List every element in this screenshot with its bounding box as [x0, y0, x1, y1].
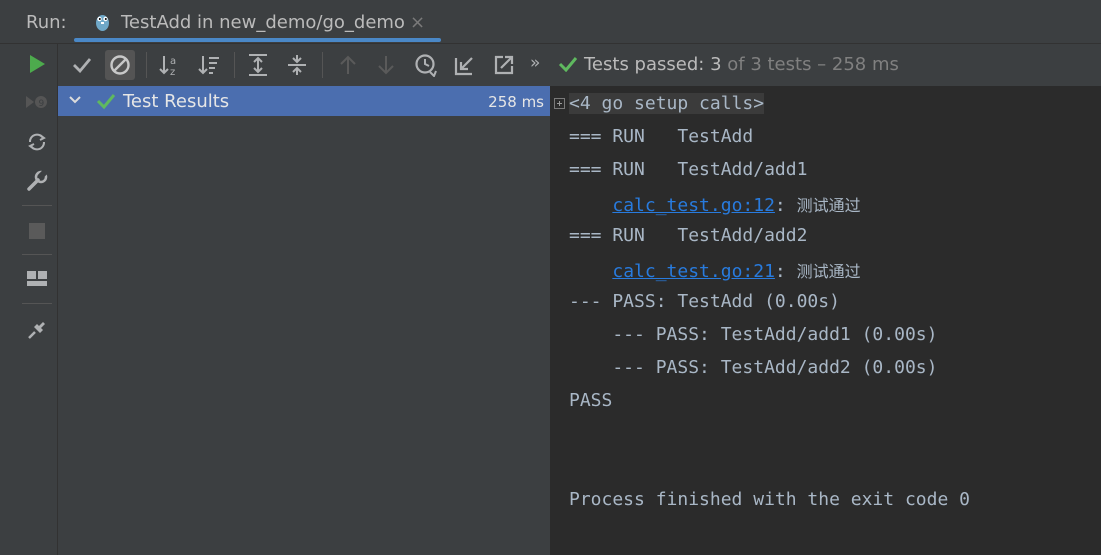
- close-icon[interactable]: ×: [410, 12, 425, 33]
- svg-text:9: 9: [39, 99, 45, 109]
- test-runner-toolbar: az » Tests passed: 3 of 3 tests – 258 ms: [58, 44, 1101, 86]
- tab-title: TestAdd in new_demo/go_demo: [121, 12, 405, 33]
- log-message: 测试通过: [796, 196, 861, 215]
- log-message: 测试通过: [796, 262, 861, 281]
- source-link[interactable]: calc_test.go:21: [612, 261, 775, 282]
- sort-by-duration-icon[interactable]: [194, 50, 224, 80]
- tree-row-test-results[interactable]: Test Results 258 ms: [58, 86, 550, 116]
- tab-testadd[interactable]: TestAdd in new_demo/go_demo ×: [74, 0, 441, 44]
- rerun-failed-icon: 9: [22, 87, 52, 117]
- rerun-icon[interactable]: [22, 49, 52, 79]
- console-line: PASS: [569, 390, 613, 411]
- passed-check-icon: [558, 57, 578, 72]
- stop-icon: [22, 216, 52, 246]
- wrench-icon[interactable]: [22, 166, 52, 196]
- separator: [322, 52, 323, 78]
- tree-item-duration: 258 ms: [488, 93, 544, 111]
- separator: [22, 254, 52, 255]
- console-output: <4 go setup calls> === RUN TestAdd === R…: [551, 86, 1101, 555]
- separator: [146, 52, 147, 78]
- test-results-tree: Test Results 258 ms: [58, 86, 550, 555]
- source-link[interactable]: calc_test.go:12: [612, 195, 775, 216]
- previous-failed-icon: [333, 50, 363, 80]
- layout-icon[interactable]: [22, 264, 52, 294]
- import-tests-icon[interactable]: [450, 50, 480, 80]
- export-tests-icon[interactable]: [489, 50, 519, 80]
- separator: [22, 205, 52, 206]
- go-gopher-icon: [96, 15, 109, 31]
- toggle-auto-test-icon[interactable]: [22, 127, 52, 157]
- separator: [22, 303, 52, 304]
- test-status: Tests passed: 3 of 3 tests – 258 ms: [558, 54, 899, 75]
- fold-expand-icon[interactable]: [554, 98, 565, 109]
- link-suffix: :: [774, 261, 797, 282]
- console-line-exit: Process finished with the exit code 0: [569, 489, 970, 510]
- run-tool-window-header: Run: TestAdd in new_demo/go_demo ×: [0, 0, 1101, 44]
- show-ignored-icon[interactable]: [105, 50, 135, 80]
- status-suffix: of 3 tests – 258 ms: [727, 54, 899, 75]
- svg-text:a: a: [170, 56, 176, 67]
- chevron-down-icon[interactable]: [68, 92, 82, 108]
- run-label: Run:: [26, 12, 67, 33]
- show-passed-icon[interactable]: [67, 50, 97, 80]
- pin-icon[interactable]: [22, 315, 52, 345]
- status-count: 3: [710, 54, 722, 75]
- link-suffix: :: [774, 195, 797, 216]
- sort-alphabetically-icon[interactable]: az: [155, 50, 185, 80]
- console-line-log: calc_test.go:12: 测试通过: [569, 192, 861, 216]
- status-prefix: Tests passed:: [584, 54, 705, 75]
- active-tab-indicator: [74, 38, 441, 42]
- console-line: --- PASS: TestAdd/add2 (0.00s): [569, 357, 938, 378]
- svg-text:z: z: [170, 67, 175, 77]
- console-line: === RUN TestAdd/add2: [569, 225, 808, 246]
- left-action-bar: 9: [0, 44, 58, 555]
- collapse-all-icon[interactable]: [282, 50, 312, 80]
- console-line-log: calc_test.go:21: 测试通过: [569, 258, 861, 282]
- console-line-setup-calls[interactable]: <4 go setup calls>: [569, 93, 765, 114]
- console-line: --- PASS: TestAdd (0.00s): [569, 291, 840, 312]
- console-line: --- PASS: TestAdd/add1 (0.00s): [569, 324, 938, 345]
- next-failed-icon: [371, 50, 401, 80]
- passed-check-icon: [96, 94, 116, 110]
- separator: [234, 52, 235, 78]
- console-line: === RUN TestAdd/add1: [569, 159, 808, 180]
- more-actions-icon[interactable]: »: [530, 53, 540, 73]
- expand-all-icon[interactable]: [243, 50, 273, 80]
- tree-item-label: Test Results: [123, 91, 230, 112]
- test-history-icon[interactable]: [411, 50, 441, 80]
- console-line: === RUN TestAdd: [569, 126, 754, 147]
